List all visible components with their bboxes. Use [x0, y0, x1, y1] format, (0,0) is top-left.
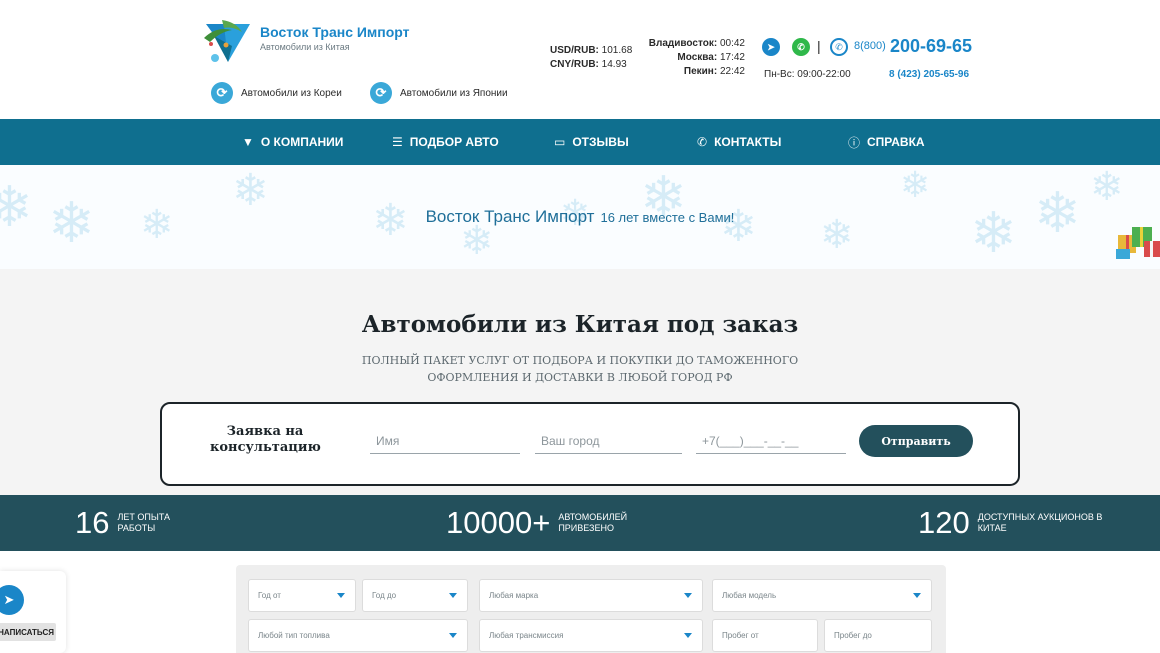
logo-v-icon: ▼ [242, 135, 254, 149]
nav-about[interactable]: ▼ О КОМПАНИИ [242, 119, 343, 165]
logo-icon[interactable] [202, 18, 254, 68]
usd-rate: USD/RUB: 101.68 [550, 45, 633, 56]
snowflake-icon: ❄ [1090, 165, 1124, 209]
document-icon: ☰ [392, 135, 403, 149]
cny-rate: CNY/RUB: 14.93 [550, 59, 627, 70]
stat-label: лет опыта работы [117, 512, 171, 533]
contacts-divider: | [817, 38, 821, 54]
year-to-select[interactable]: Год до [362, 579, 468, 612]
nav-car-selection[interactable]: ☰ ПОДБОР АВТО [392, 119, 499, 165]
make-select[interactable]: Любая марка [479, 579, 703, 612]
stat-cars-delivered: 10000+ автомобилей привезено [446, 495, 648, 551]
snowflake-icon: ❄ [460, 219, 494, 263]
world-clocks: Владивосток: 00:42 Москва: 17:42 Пекин: … [630, 37, 745, 79]
phone-input[interactable] [696, 428, 846, 454]
telegram-side-widget: ➤ НАПИСАТЬСЯ [0, 571, 66, 653]
chevron-down-icon [449, 593, 457, 598]
phone-number[interactable]: 200-69-65 [890, 36, 972, 57]
nav-help[interactable]: ⓘ СПРАВКА [848, 119, 925, 165]
japan-cars-link[interactable]: ⟳ Автомобили из Японии [370, 82, 508, 104]
transmission-select[interactable]: Любая трансмиссия [479, 619, 703, 652]
stat-label: автомобилей привезено [558, 512, 628, 533]
brand-name[interactable]: Восток Транс Импорт [260, 24, 410, 40]
nav-contacts[interactable]: ✆ КОНТАКТЫ [697, 119, 781, 165]
currency-rates: USD/RUB: 101.68 CNY/RUB: 14.93 [550, 44, 632, 72]
local-phone-number[interactable]: 8 (423) 205-65-96 [889, 69, 969, 80]
nav-reviews[interactable]: ▭ ОТЗЫВЫ [554, 119, 629, 165]
chevron-down-icon [684, 633, 692, 638]
fuel-type-select[interactable]: Любой тип топлива [248, 619, 468, 652]
car-filter-section: Год от Год до Любая марка Любая модель Л… [0, 551, 1160, 653]
mileage-to-input[interactable]: Пробег до [824, 619, 932, 652]
whatsapp-icon[interactable]: ✆ [792, 38, 810, 56]
main-nav: ▼ О КОМПАНИИ ☰ ПОДБОР АВТО ▭ ОТЗЫВЫ ✆ КО… [0, 119, 1160, 165]
clock-beijing: Пекин: 22:42 [683, 66, 745, 77]
stat-auctions: 120 доступных аукционов в Китае [918, 495, 1108, 551]
working-hours: Пн-Вс: 09:00-22:00 [764, 69, 851, 80]
hero-subtitle: Полный пакет услуг от подбора и покупки … [361, 354, 799, 384]
clock-moscow: Москва: 17:42 [677, 52, 745, 63]
phone-icon: ✆ [697, 135, 708, 149]
consultation-form: Заявка на консультацию Отправить [160, 402, 1020, 486]
stats-bar: 16 лет опыта работы 10000+ автомобилей п… [0, 495, 1160, 551]
banner-brand: Восток Транс Импорт [425, 207, 595, 226]
refresh-arrows-icon: ⟳ [211, 82, 233, 104]
japan-cars-label: Автомобили из Японии [400, 87, 508, 99]
promo-banner: ❄ ❄ ❄ ❄ ❄ ❄ ❄ ❄ ❄ ❄ ❄ ❄ ❄ ❄ Восток Транс… [0, 165, 1160, 269]
mileage-from-input[interactable]: Пробег от [712, 619, 818, 652]
chevron-down-icon [913, 593, 921, 598]
model-select[interactable]: Любая модель [712, 579, 932, 612]
form-label: Заявка на консультацию [210, 424, 321, 455]
telegram-icon[interactable]: ➤ [0, 585, 24, 615]
clock-vladivostok: Владивосток: 00:42 [648, 38, 745, 49]
chevron-down-icon [684, 593, 692, 598]
banner-slogan: 16 лет вместе с Вами! [600, 210, 735, 225]
chevron-down-icon [449, 633, 457, 638]
stat-experience: 16 лет опыта работы [75, 495, 187, 551]
city-input[interactable] [535, 428, 682, 454]
korea-cars-label: Автомобили из Кореи [241, 87, 342, 99]
year-from-select[interactable]: Год от [248, 579, 356, 612]
telegram-icon[interactable]: ➤ [762, 38, 780, 56]
snowflake-icon: ❄ [900, 165, 931, 205]
hero-title: Автомобили из Китая под заказ [361, 311, 799, 338]
hero-section: Автомобили из Китая под заказ Полный пак… [0, 269, 1160, 495]
brand-tagline: Автомобили из Китая [260, 42, 350, 52]
subscribe-button[interactable]: НАПИСАТЬСЯ [0, 623, 56, 641]
info-icon: ⓘ [848, 135, 861, 150]
stat-number: 16 [75, 505, 110, 540]
phone-icon: ✆ [830, 38, 848, 56]
page: Восток Транс Импорт Автомобили из Китая … [0, 0, 1160, 653]
site-header: Восток Транс Импорт Автомобили из Китая … [0, 0, 1160, 119]
banner-message: Восток Транс Импорт 16 лет вместе с Вами! [0, 207, 1160, 227]
chat-icon: ▭ [554, 135, 566, 149]
phone-prefix[interactable]: 8(800) [854, 40, 886, 52]
chevron-down-icon [337, 593, 345, 598]
car-filter-panel: Год от Год до Любая марка Любая модель Л… [236, 565, 946, 653]
submit-button[interactable]: Отправить [859, 425, 973, 457]
korea-cars-link[interactable]: ⟳ Автомобили из Кореи [211, 82, 342, 104]
refresh-arrows-icon: ⟳ [370, 82, 392, 104]
stat-number: 120 [918, 505, 970, 540]
gift-boxes-icon [1116, 227, 1160, 259]
stat-number: 10000+ [446, 505, 551, 540]
stat-label: доступных аукционов в Китае [977, 512, 1103, 533]
name-input[interactable] [370, 428, 520, 454]
